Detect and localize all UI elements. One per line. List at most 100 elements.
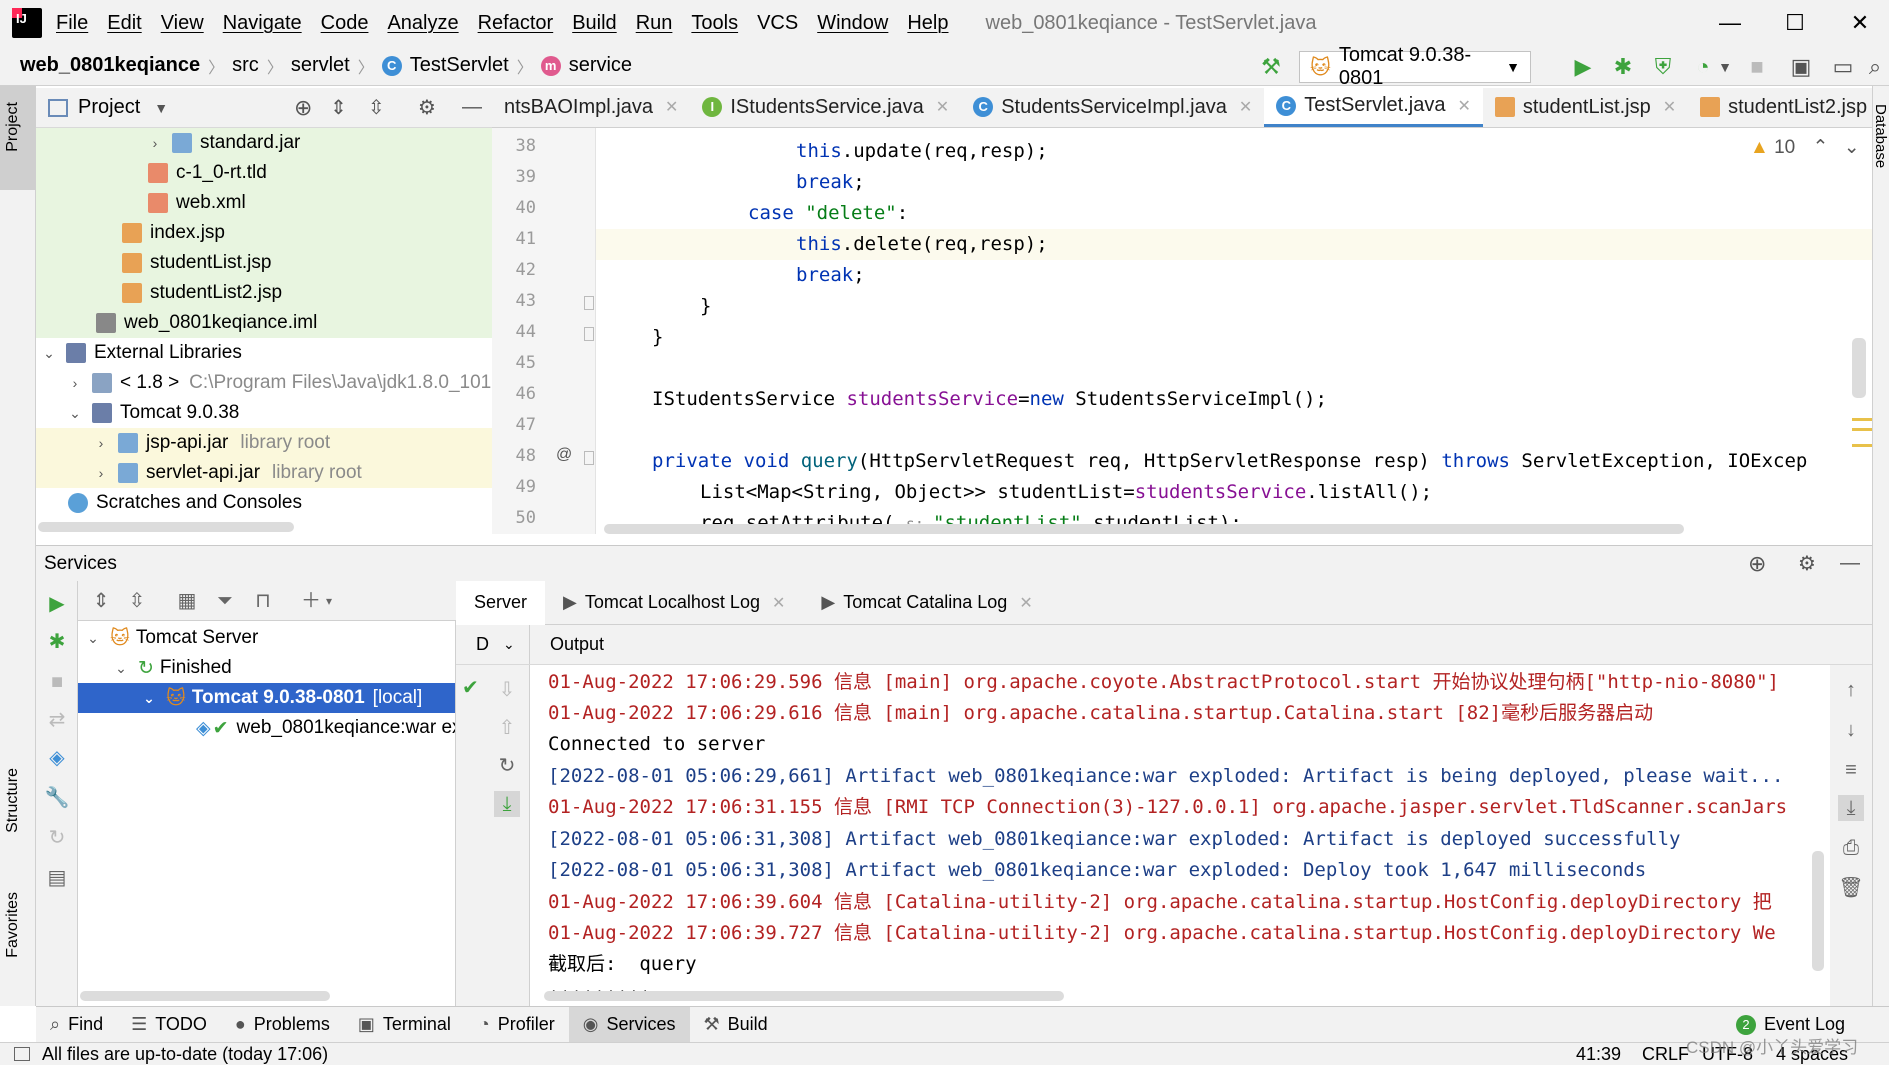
vertical-scrollbar[interactable] <box>1852 338 1866 398</box>
breadcrumb-servlet[interactable]: servlet <box>291 54 350 77</box>
tab-catalina-log[interactable]: ▶ Tomcat Catalina Log ✕ <box>803 581 1050 625</box>
menu-tools[interactable]: Tools <box>691 12 738 35</box>
close-window-button[interactable]: ✕ <box>1830 6 1889 40</box>
tab-testservlet[interactable]: C TestServlet.java ✕ <box>1264 88 1483 127</box>
chevron-down-icon[interactable]: ▼ <box>154 100 168 116</box>
breadcrumb-service[interactable]: m service <box>540 54 632 77</box>
menu-build[interactable]: Build <box>572 12 616 35</box>
maximize-button[interactable]: ☐ <box>1765 6 1825 40</box>
stop-icon[interactable]: ■ <box>44 669 70 695</box>
menu-run[interactable]: Run <box>636 12 673 35</box>
chevron-down-icon[interactable]: ▼ <box>1710 52 1740 82</box>
expand-all-icon[interactable]: ⇕ <box>88 588 114 614</box>
menu-analyze[interactable]: Analyze <box>387 12 458 35</box>
scroll-to-end-icon[interactable]: ⤓ <box>1838 795 1864 821</box>
print-icon[interactable]: ⎙ <box>1838 835 1864 861</box>
menu-help[interactable]: Help <box>907 12 948 35</box>
service-finished-group[interactable]: ⌄ ↻ Finished <box>78 653 455 683</box>
collapse-all-icon[interactable]: ⇳ <box>124 588 150 614</box>
run-icon[interactable]: ▶ <box>44 591 70 617</box>
artifact-icon[interactable]: ◈ <box>44 745 70 771</box>
tab-studentlist2-jsp[interactable]: studentList2.jsp <box>1688 88 1872 127</box>
collapse-all-icon[interactable]: ⇳ <box>368 95 385 120</box>
tool-tab-build[interactable]: ⚒ Build <box>690 1007 782 1043</box>
tree-item-studentlist2-jsp[interactable]: studentList2.jsp <box>36 278 492 308</box>
arrow-up-icon[interactable]: ↑ <box>1838 677 1864 703</box>
menu-refactor[interactable]: Refactor <box>478 12 554 35</box>
tool-tab-profiler[interactable]: ◔ Profiler <box>465 1007 569 1043</box>
tab-studentlist-jsp[interactable]: studentList.jsp ✕ <box>1483 88 1688 127</box>
menu-window[interactable]: Window <box>817 12 888 35</box>
menu-vcs[interactable]: VCS <box>757 12 798 35</box>
tab-students-service-impl[interactable]: C StudentsServiceImpl.java ✕ <box>961 88 1264 127</box>
code-editor[interactable]: this.update(req,resp); break; case "dele… <box>596 128 1872 534</box>
service-artifact[interactable]: ◈✔ web_0801keqiance:war exploded <box>78 713 455 743</box>
tool-tab-problems[interactable]: ● Problems <box>221 1007 344 1043</box>
arrow-down-icon[interactable]: ↓ <box>1838 717 1864 743</box>
tree-item-jsp-api[interactable]: › jsp-api.jar library root <box>36 428 492 458</box>
menu-file[interactable]: File <box>56 12 88 35</box>
trash-icon[interactable]: 🗑 <box>1838 875 1864 901</box>
run-anything-icon[interactable]: ▭ <box>1828 52 1858 82</box>
structure-tool-tab[interactable]: Structure <box>4 768 22 833</box>
close-icon[interactable]: ✕ <box>1019 593 1032 613</box>
coverage-icon[interactable]: ⛨ <box>1648 52 1678 82</box>
favorites-tool-tab[interactable]: Favorites <box>4 892 22 958</box>
tree-item-iml[interactable]: web_0801keqiance.iml <box>36 308 492 338</box>
chevron-right-icon[interactable]: › <box>92 465 110 481</box>
refresh-icon[interactable]: ↻ <box>494 753 520 779</box>
expand-all-icon[interactable]: ⇕ <box>330 95 347 120</box>
chevron-down-icon[interactable]: ⌄ <box>112 660 130 677</box>
fold-marker-icon[interactable] <box>584 451 594 465</box>
close-icon[interactable]: ✕ <box>1457 96 1470 116</box>
breadcrumb-project[interactable]: web_0801keqiance <box>20 54 200 77</box>
menu-navigate[interactable]: Navigate <box>223 12 302 35</box>
inspection-widget[interactable]: ▲ 10 ⌃ ⌄ <box>1750 136 1860 159</box>
horizontal-scrollbar[interactable] <box>544 991 1064 1001</box>
chevron-right-icon[interactable]: › <box>146 135 164 151</box>
chevron-down-icon[interactable]: ⌄ <box>1844 137 1860 158</box>
tree-item-tomcat-lib[interactable]: ⌄ Tomcat 9.0.38 <box>36 398 492 428</box>
hide-icon[interactable]: — <box>462 96 482 119</box>
chevron-up-icon[interactable]: ⌃ <box>1813 137 1829 158</box>
menu-code[interactable]: Code <box>321 12 369 35</box>
fold-marker-icon[interactable] <box>584 296 594 310</box>
deployment-header[interactable]: D ⌄ <box>456 625 530 665</box>
project-panel-title[interactable]: Project <box>78 96 140 119</box>
wrench-icon[interactable]: 🔧 <box>44 785 70 811</box>
menu-view[interactable]: View <box>161 12 204 35</box>
line-separator[interactable]: CRLF <box>1642 1044 1689 1065</box>
horizontal-scrollbar[interactable] <box>38 522 294 532</box>
filter-icon[interactable]: ⏷ <box>212 588 238 614</box>
breadcrumb-src[interactable]: src <box>232 54 259 77</box>
chevron-right-icon[interactable]: › <box>92 435 110 451</box>
tool-tab-terminal[interactable]: ▣ Terminal <box>344 1007 465 1043</box>
debug-bug-icon[interactable]: ✱ <box>44 629 70 655</box>
menu-edit[interactable]: Edit <box>107 12 141 35</box>
close-icon[interactable]: ✕ <box>772 593 785 613</box>
tree-item-studentlist-jsp[interactable]: studentList.jsp <box>36 248 492 278</box>
tab-istudents-service[interactable]: I IStudentsService.java ✕ <box>690 88 961 127</box>
tree-item-scratches[interactable]: Scratches and Consoles <box>36 488 492 518</box>
tool-tab-find[interactable]: ⌕ Find <box>36 1007 117 1043</box>
error-stripe-mark[interactable] <box>1852 428 1872 431</box>
locate-icon[interactable]: ⊕ <box>1748 551 1766 577</box>
close-icon[interactable]: ✕ <box>1663 97 1676 117</box>
tab-localhost-log[interactable]: ▶ Tomcat Localhost Log ✕ <box>545 581 803 625</box>
tree-item-tld[interactable]: c-1_0-rt.tld <box>36 158 492 188</box>
layout-icon[interactable]: ▤ <box>44 865 70 891</box>
hide-icon[interactable]: — <box>1840 552 1860 575</box>
run-config-select[interactable]: 🐱 Tomcat 9.0.38-0801 ▼ <box>1299 44 1531 89</box>
chevron-down-icon[interactable]: ⌄ <box>40 345 58 362</box>
locate-icon[interactable]: ⊕ <box>294 95 312 121</box>
tree-item-jdk[interactable]: › < 1.8 > C:\Program Files\Java\jdk1.8.0_1… <box>36 368 492 398</box>
undeploy-icon[interactable]: ⇧ <box>494 715 520 741</box>
close-icon[interactable]: ✕ <box>1239 97 1252 117</box>
fold-marker-icon[interactable] <box>584 327 594 341</box>
run-button[interactable]: ▶ <box>1568 52 1598 82</box>
caret-position[interactable]: 41:39 <box>1576 1044 1621 1065</box>
build-hammer-icon[interactable]: ⚒ <box>1256 52 1286 82</box>
debug-bug-icon[interactable]: ✱ <box>1608 52 1638 82</box>
tree-item-servlet-api[interactable]: › servlet-api.jar library root <box>36 458 492 488</box>
update-running-icon[interactable]: ⤓ <box>494 791 520 817</box>
